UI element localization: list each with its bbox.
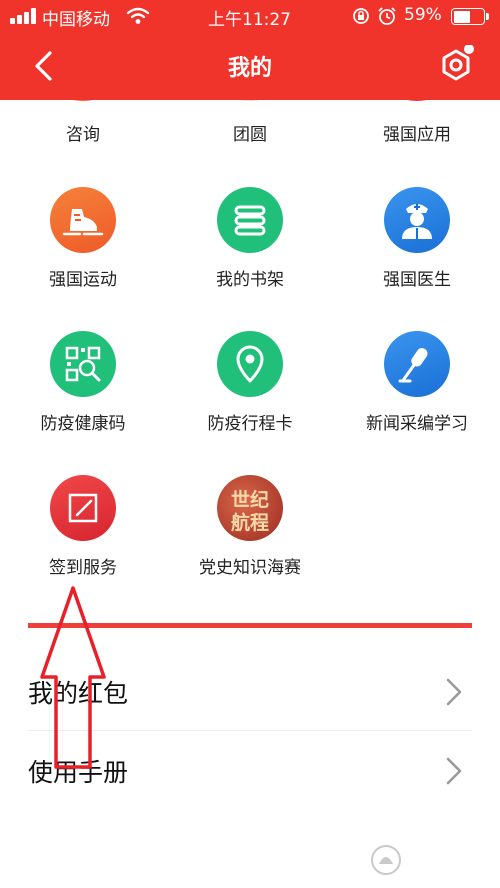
alarm-clock-icon bbox=[378, 7, 396, 25]
microphone-icon bbox=[384, 331, 450, 397]
grid-item-news-study[interactable]: 新闻采编学习 bbox=[334, 331, 500, 441]
grid-item-label: 防疫行程卡 bbox=[207, 414, 293, 434]
location-pin-icon bbox=[217, 331, 283, 397]
bookshelf-icon bbox=[217, 187, 283, 253]
annotation-up-arrow bbox=[40, 586, 106, 769]
watermark-logo bbox=[368, 842, 488, 878]
century-voyage-badge: 世纪 航程 bbox=[217, 475, 283, 541]
grid-item-label: 强国运动 bbox=[49, 270, 117, 290]
grid-item-label: 强国应用 bbox=[383, 125, 451, 145]
battery-percent: 59% bbox=[404, 5, 442, 25]
doctor-icon bbox=[384, 187, 450, 253]
status-bar: 中国移动 上午11:27 59% bbox=[0, 0, 500, 32]
grid-item-label: 防疫健康码 bbox=[40, 414, 126, 434]
grid-item-sports[interactable]: 强国运动 bbox=[0, 187, 166, 297]
grid-item-doctor[interactable]: 强国医生 bbox=[334, 187, 500, 297]
orientation-lock-icon bbox=[353, 8, 369, 24]
grid-item-sign-in[interactable]: 签到服务 bbox=[0, 475, 166, 585]
grid-item-label: 团圆 bbox=[233, 125, 267, 145]
settings-hexagon-icon[interactable] bbox=[436, 45, 476, 85]
grid-item-label: 咨询 bbox=[66, 125, 100, 145]
grid-item-party-history-quiz[interactable]: 世纪 航程 党史知识海赛 bbox=[167, 475, 333, 585]
badge-text-bottom: 航程 bbox=[230, 512, 269, 534]
chevron-right-icon bbox=[446, 678, 462, 706]
grid-item-bookshelf[interactable]: 我的书架 bbox=[167, 187, 333, 297]
clock: 上午11:27 bbox=[208, 10, 291, 30]
shoe-icon bbox=[50, 187, 116, 253]
wifi-icon bbox=[126, 7, 150, 24]
grid-item-label: 新闻采编学习 bbox=[366, 414, 468, 434]
grid-item-label: 党史知识海赛 bbox=[199, 558, 301, 578]
grid-item-label: 签到服务 bbox=[49, 558, 117, 578]
page-title: 我的 bbox=[227, 56, 272, 81]
pen-square-icon bbox=[50, 475, 116, 541]
grid-item-label: 强国医生 bbox=[383, 270, 451, 290]
battery-icon bbox=[451, 8, 489, 25]
qr-scan-icon bbox=[50, 331, 116, 397]
signal-strength-icon bbox=[10, 8, 42, 24]
grid-item-health-code[interactable]: 防疫健康码 bbox=[0, 331, 166, 441]
carrier-label: 中国移动 bbox=[42, 10, 110, 30]
chevron-right-icon bbox=[446, 757, 462, 785]
top-header: 中国移动 上午11:27 59% 我的 bbox=[0, 0, 500, 100]
grid-item-trip-card[interactable]: 防疫行程卡 bbox=[167, 331, 333, 441]
grid-item-label: 我的书架 bbox=[216, 270, 284, 290]
